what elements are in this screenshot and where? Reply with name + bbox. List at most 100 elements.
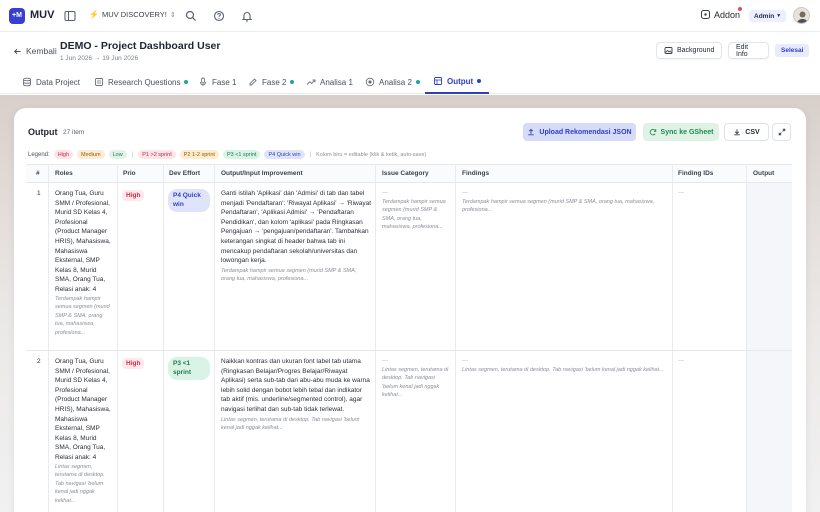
- improvement-text: Ganti istilah 'Aplikasi' dan 'Admisi' di…: [221, 190, 371, 265]
- workspace-name: MUV DISCOVERY!: [101, 10, 167, 19]
- column-header[interactable]: Roles: [55, 170, 73, 177]
- tab-label: Data Project: [36, 77, 81, 87]
- help-icon[interactable]: [212, 9, 226, 23]
- legend-p3: P3 <1 sprint: [222, 150, 261, 159]
- back-link[interactable]: Kembali: [13, 46, 57, 56]
- tab-fase-1[interactable]: Fase 1: [198, 70, 236, 94]
- brand-name: MUV: [30, 9, 55, 21]
- finding-ids-cell[interactable]: —: [678, 357, 684, 366]
- status-done-button[interactable]: Selesai: [775, 44, 810, 57]
- top-bar: +M MUV ⚡ MUV DISCOVERY! ⇕ Addon Admin ▼: [0, 0, 820, 32]
- background-button[interactable]: Background: [656, 42, 722, 59]
- edit-info-button[interactable]: Edit Info: [728, 42, 769, 59]
- roles-cell[interactable]: Orang Tua, Guru SMM / Profesional, Murid…: [55, 189, 113, 337]
- csv-button[interactable]: CSV: [724, 123, 769, 141]
- table-header: # Roles Prio Dev Effort Output/Input Imp…: [26, 164, 792, 183]
- finding-ids-cell[interactable]: —: [678, 189, 684, 198]
- tab-status-dot: [290, 80, 295, 84]
- expand-button[interactable]: [772, 123, 791, 141]
- priority-badge[interactable]: High: [122, 190, 145, 201]
- issue-note: Terdampak hampir semua segmen (murid SMP…: [382, 198, 446, 231]
- expand-icon: [778, 128, 786, 136]
- tab-analisa-1[interactable]: Analisa 1: [306, 70, 353, 94]
- issue-note: Lintas segmen, terutama di desktop. Tab …: [382, 366, 449, 399]
- workspace-switcher[interactable]: ⚡ MUV DISCOVERY! ⇕: [89, 10, 176, 19]
- target-icon: [365, 77, 375, 87]
- findings-dash: —: [462, 358, 468, 364]
- bell-icon[interactable]: [240, 9, 254, 23]
- roles-text: Orang Tua, Guru SMM / Profesional, Murid…: [55, 190, 111, 294]
- improvement-cell[interactable]: Ganti istilah 'Aplikasi' dan 'Admisi' di…: [221, 189, 371, 284]
- addon-button[interactable]: Addon: [700, 7, 742, 20]
- tab-label: Research Questions: [108, 77, 181, 87]
- role-label: Admin: [754, 12, 775, 20]
- findings-note: Terdampak hampir semua segmen (murid SMP…: [462, 198, 655, 214]
- row-number: 2: [37, 358, 41, 365]
- legend-p2: P2 1-2 sprint: [179, 150, 219, 159]
- roles-cell[interactable]: Orang Tua, Guru SMM / Profesional, Murid…: [55, 357, 113, 505]
- findings-cell[interactable]: — Terdampak hampir semua segmen (murid S…: [462, 189, 668, 215]
- findings-dash: —: [462, 190, 468, 196]
- column-header[interactable]: Output: [753, 170, 774, 177]
- priority-badge[interactable]: High: [122, 358, 145, 369]
- roles-note: Lintas segmen, terutama di desktop. Tab …: [55, 463, 105, 504]
- column-header: #: [36, 170, 40, 177]
- upload-json-button[interactable]: Upload Rekomendasi JSON: [523, 123, 636, 141]
- dev-effort-badge[interactable]: P3 <1 sprint: [168, 357, 210, 380]
- table-row[interactable]: 1 Orang Tua, Guru SMM / Profesional, Mur…: [26, 183, 792, 350]
- csv-label: CSV: [745, 128, 760, 136]
- tab-label: Analisa 1: [320, 77, 353, 87]
- user-avatar[interactable]: [793, 7, 810, 24]
- date-range: 1 Jun 2026 → 19 Jun 2026: [60, 55, 139, 62]
- table-row[interactable]: 2 Orang Tua, Guru SMM / Profesional, Mur…: [26, 351, 792, 512]
- tab-label: Output: [447, 76, 474, 86]
- dev-effort-badge[interactable]: P4 Quick win: [168, 189, 210, 212]
- trend-icon: [306, 77, 316, 87]
- tab-label: Fase 1: [212, 77, 237, 87]
- page-title: DEMO - Project Dashboard User: [60, 40, 221, 52]
- tab-data-project[interactable]: Data Project: [22, 70, 80, 94]
- arrow-left-icon: [13, 47, 22, 56]
- issue-category-cell[interactable]: — Terdampak hampir semua segmen (murid S…: [382, 189, 452, 232]
- tab-status-dot: [184, 80, 189, 84]
- column-header[interactable]: Findings: [462, 170, 489, 177]
- findings-note: Lintas segmen, terutama di desktop. Tab …: [462, 366, 664, 373]
- improvement-cell[interactable]: Naikkan kontras dan ukuran font label ta…: [221, 357, 371, 433]
- column-header[interactable]: Output/Input Improvement: [221, 170, 303, 177]
- column-header[interactable]: Finding IDs: [678, 170, 713, 177]
- roles-text: Orang Tua, Guru SMM / Profesional, Murid…: [55, 358, 111, 462]
- column-header[interactable]: Issue Category: [382, 170, 429, 177]
- legend-p1: P1 >2 sprint: [138, 150, 176, 159]
- tab-fase-2[interactable]: Fase 2: [248, 70, 295, 94]
- role-dropdown[interactable]: Admin ▼: [749, 10, 787, 22]
- tab-research-questions[interactable]: Research Questions: [94, 70, 189, 94]
- refresh-icon: [649, 128, 657, 136]
- table-icon: [433, 76, 443, 86]
- tab-status-dot: [415, 80, 420, 84]
- tab-output[interactable]: Output: [425, 70, 490, 94]
- sync-gsheet-button[interactable]: Sync ke GSheet: [643, 123, 719, 141]
- chevron-updown-icon: ⇕: [169, 11, 176, 19]
- download-icon: [733, 128, 741, 136]
- tab-analisa-2[interactable]: Analisa 2: [365, 70, 420, 94]
- upload-icon: [527, 128, 535, 136]
- roles-note: Terdampak hampir semua segmen (murid SMP…: [55, 295, 110, 336]
- output-card: Output 27 item Upload Rekomendasi JSON S…: [14, 108, 806, 512]
- improvement-note: Lintas segmen, terutama di desktop. Tab …: [221, 416, 360, 432]
- tab-label: Analisa 2: [379, 77, 412, 87]
- column-header[interactable]: Dev Effort: [169, 170, 200, 177]
- app-logo[interactable]: +M: [9, 8, 25, 24]
- issue-dash: —: [382, 190, 388, 196]
- tab-label: Fase 2: [262, 77, 287, 87]
- database-icon: [22, 77, 32, 87]
- legend: Legend: High Medium Low | P1 >2 sprint P…: [28, 150, 426, 159]
- column-header[interactable]: Prio: [123, 170, 136, 177]
- sidebar-toggle-icon[interactable]: [63, 9, 77, 23]
- findings-cell[interactable]: — Lintas segmen, terutama di desktop. Ta…: [462, 357, 668, 374]
- improvement-text: Naikkan kontras dan ukuran font label ta…: [221, 358, 370, 414]
- search-icon[interactable]: [184, 9, 198, 23]
- improvement-note: Terdampak hampir semua segmen (murid SMP…: [221, 267, 357, 283]
- phase-tabs: Data Project Research Questions Fase 1 F…: [0, 70, 820, 94]
- issue-category-cell[interactable]: — Lintas segmen, terutama di desktop. Ta…: [382, 357, 452, 400]
- upload-label: Upload Rekomendasi JSON: [539, 128, 632, 136]
